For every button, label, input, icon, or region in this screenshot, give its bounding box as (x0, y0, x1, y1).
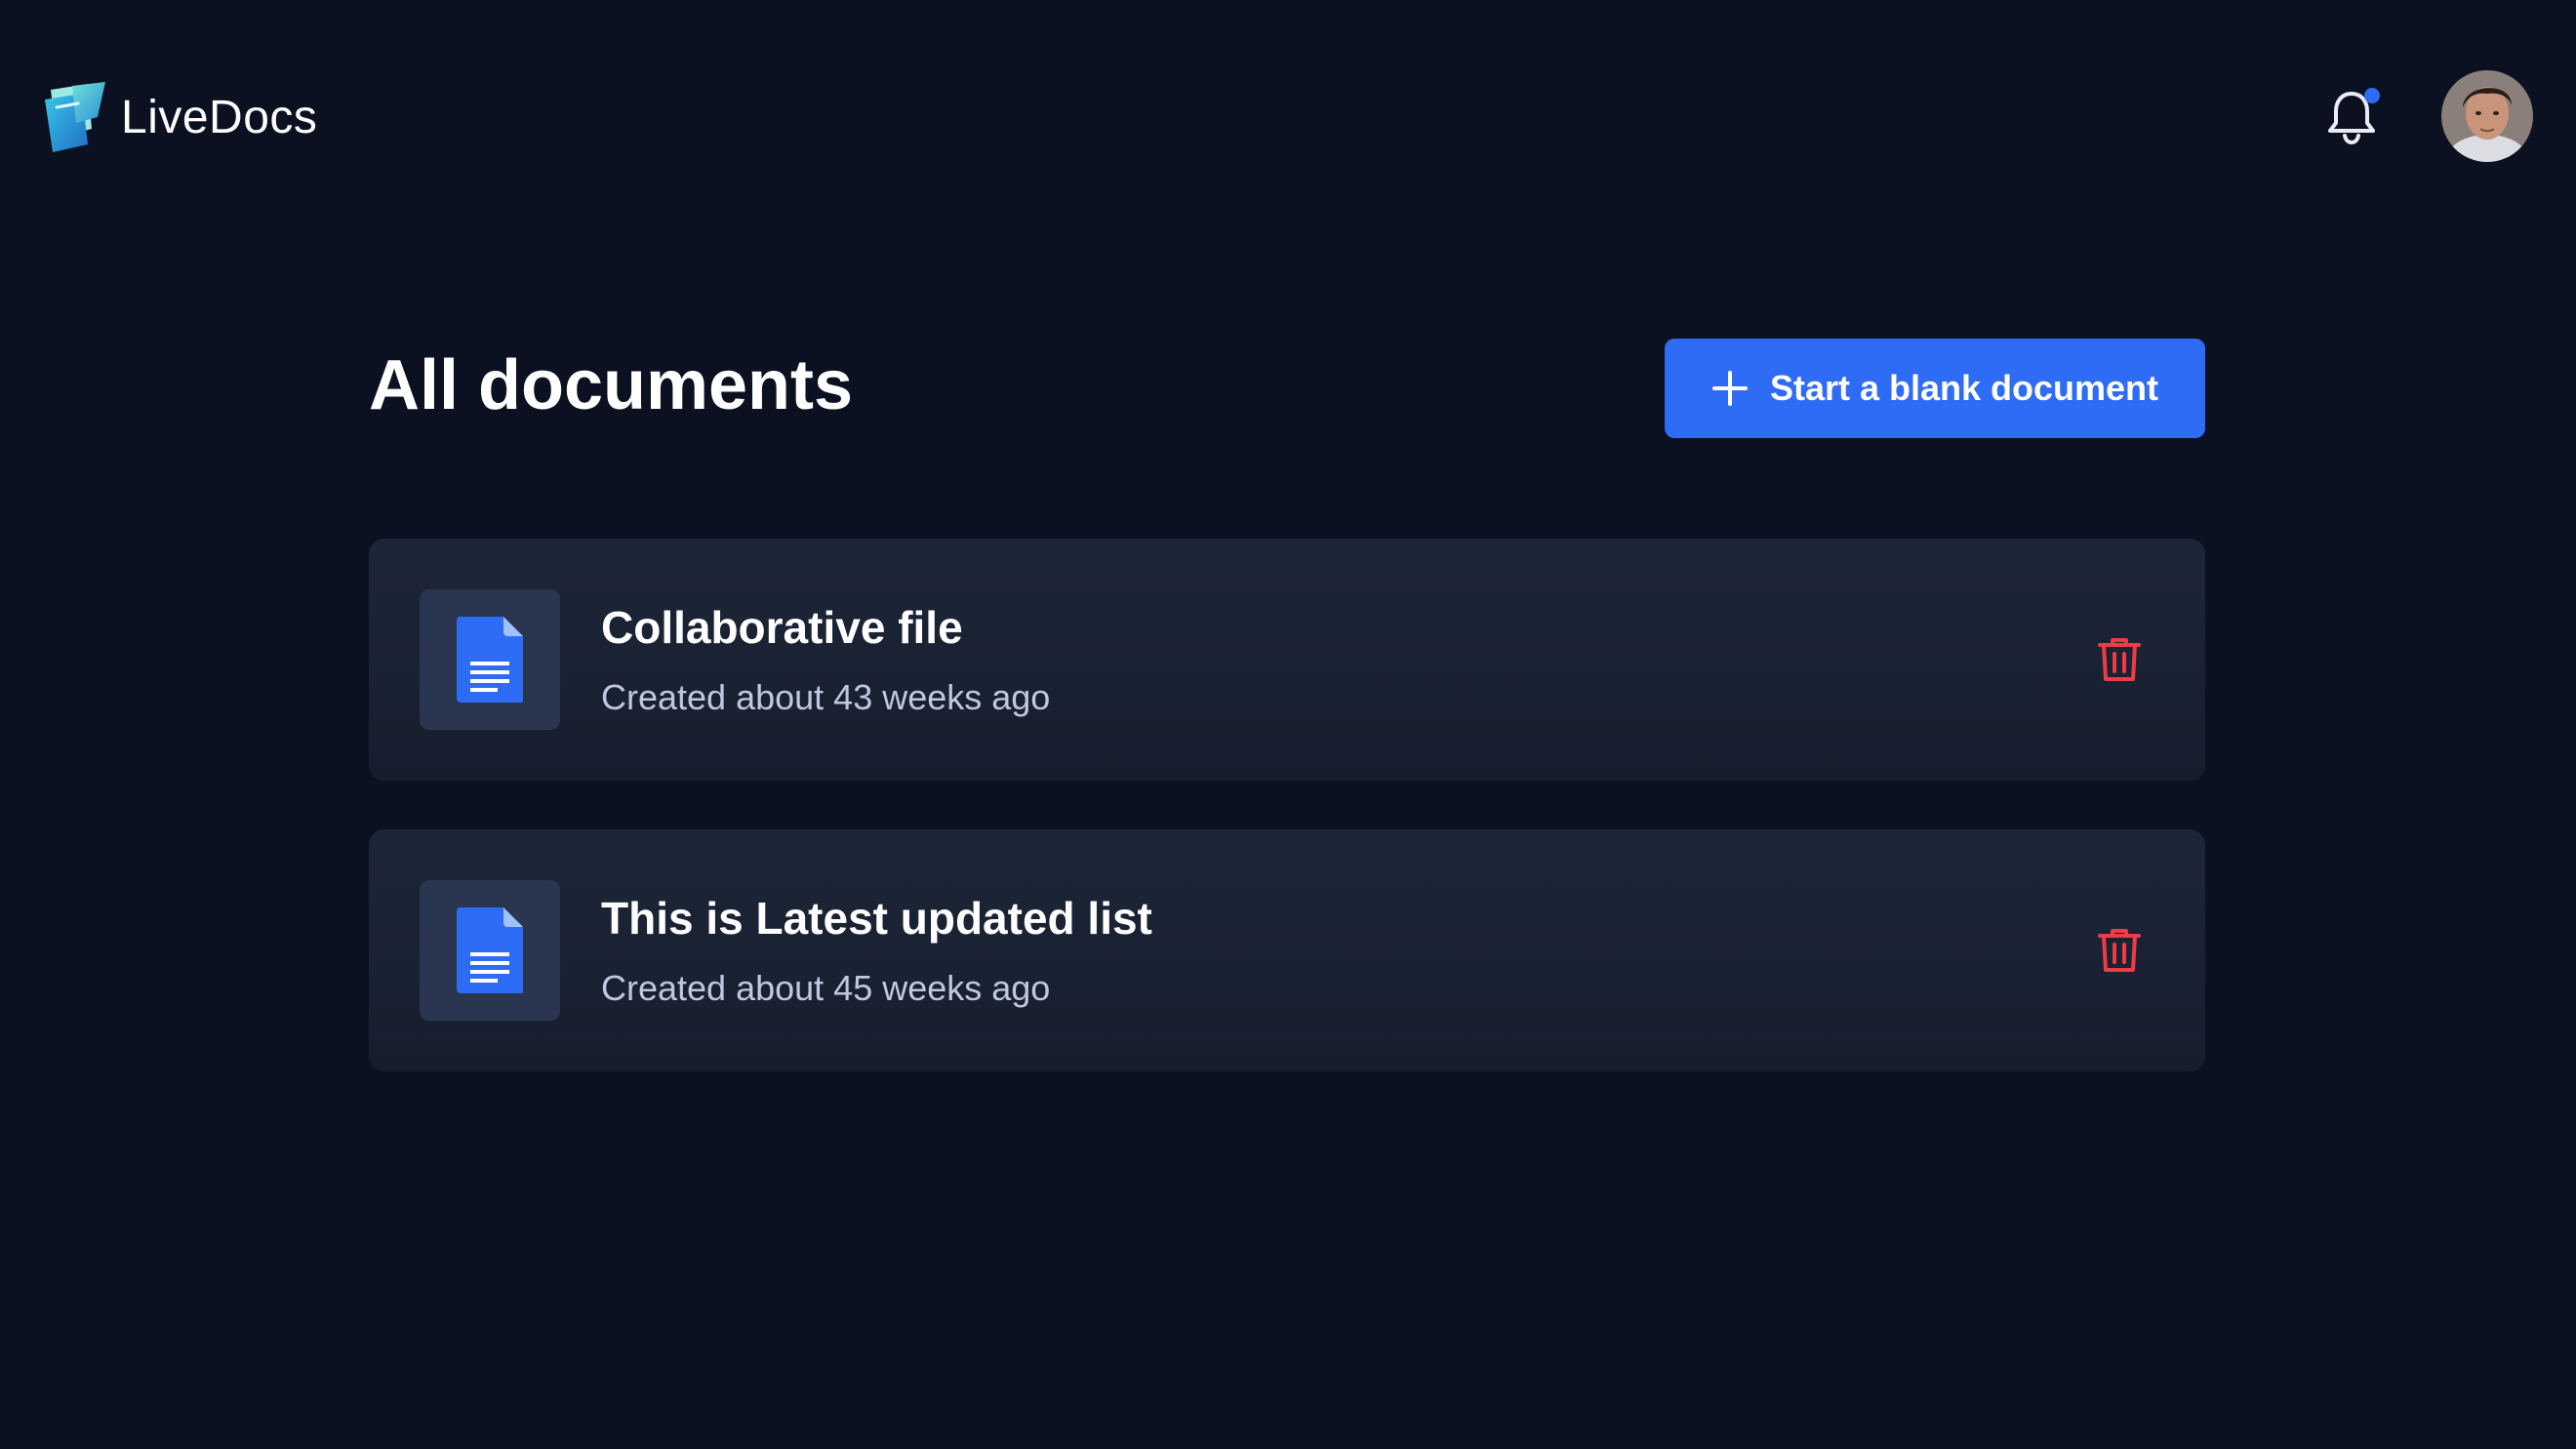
delete-document-button[interactable] (2092, 632, 2147, 687)
bell-icon (2328, 88, 2380, 145)
document-thumbnail (420, 589, 560, 730)
top-navbar: LiveDocs (0, 0, 2576, 234)
document-created-time: Created about 45 weeks ago (601, 968, 1051, 1008)
user-avatar[interactable] (2441, 70, 2533, 162)
document-card[interactable]: This is Latest updated list Created abou… (369, 829, 2205, 1071)
document-list: Collaborative file Created about 43 week… (369, 539, 2205, 1120)
document-icon (457, 907, 523, 993)
notification-dot (2364, 88, 2380, 103)
document-icon (457, 617, 523, 703)
trash-icon (2098, 929, 2141, 972)
document-thumbnail (420, 880, 560, 1021)
notifications-button[interactable] (2324, 84, 2383, 148)
start-blank-document-label: Start a blank document (1769, 368, 2159, 408)
document-title: Collaborative file (601, 602, 963, 653)
app-page: LiveDocs All documents Start a blank doc… (0, 0, 2576, 1449)
app-name: LiveDocs (121, 91, 318, 143)
document-created-time: Created about 43 weeks ago (601, 677, 1051, 717)
page-title: All documents (369, 346, 854, 424)
start-blank-document-button[interactable]: Start a blank document (1665, 339, 2205, 438)
avatar-image (2441, 70, 2533, 162)
app-logo-link[interactable]: LiveDocs (43, 80, 317, 154)
document-card[interactable]: Collaborative file Created about 43 week… (369, 539, 2205, 781)
trash-icon (2098, 638, 2141, 681)
livedocs-logo-icon (45, 82, 105, 152)
plus-icon (1711, 371, 1748, 406)
document-title: This is Latest updated list (601, 893, 1152, 944)
delete-document-button[interactable] (2092, 923, 2147, 978)
